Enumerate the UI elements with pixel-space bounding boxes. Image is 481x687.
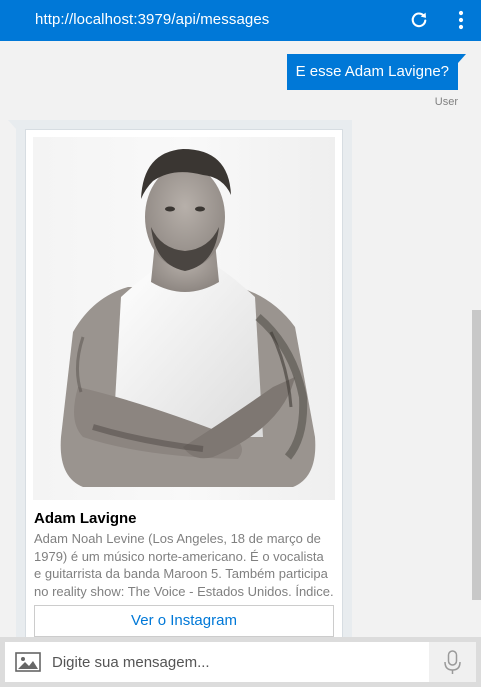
refresh-icon[interactable] (408, 9, 430, 31)
scrollbar[interactable] (472, 310, 481, 600)
message-composer (0, 637, 481, 687)
hero-card: Adam Lavigne Adam Noah Levine (Los Angel… (25, 129, 343, 637)
message-sender-label: User (434, 96, 458, 108)
user-message-bubble: E esse Adam Lavigne? (286, 54, 466, 90)
bot-message-bubble: Adam Lavigne Adam Noah Levine (Los Angel… (8, 120, 352, 637)
composer-box (5, 642, 476, 682)
message-list: E esse Adam Lavigne? User Adam Lavigne A… (0, 41, 481, 637)
card-text: Adam Noah Levine (Los Angeles, 18 de mar… (34, 531, 334, 599)
card-title: Adam Lavigne (34, 510, 137, 527)
title-bar: http://localhost:3979/api/messages (0, 0, 481, 41)
bubble-tail (8, 120, 16, 129)
user-message-text: E esse Adam Lavigne? (295, 63, 449, 80)
chat-app: http://localhost:3979/api/messages E ess… (0, 0, 481, 687)
bubble-tail (458, 54, 466, 63)
endpoint-url: http://localhost:3979/api/messages (35, 11, 270, 28)
card-image (33, 137, 335, 500)
open-instagram-button[interactable]: Ver o Instagram (34, 605, 334, 637)
microphone-icon[interactable] (429, 642, 476, 682)
message-input[interactable] (50, 642, 434, 682)
image-icon[interactable] (15, 652, 41, 672)
more-vertical-icon[interactable] (452, 9, 470, 31)
